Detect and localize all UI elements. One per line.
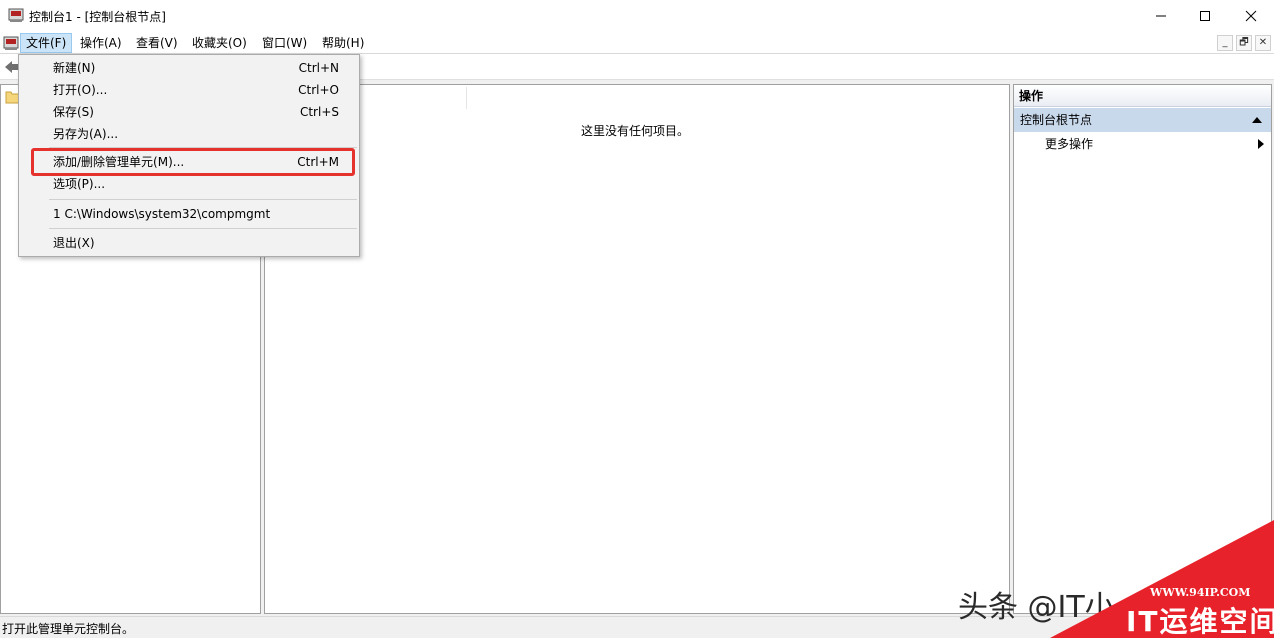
console-system-menu-icon[interactable] (3, 35, 19, 51)
close-button[interactable] (1228, 0, 1274, 31)
menu-separator (49, 199, 357, 200)
file-menu-new[interactable]: 新建(N) Ctrl+N (20, 57, 358, 79)
annotation-highlight-box (31, 148, 355, 176)
menu-view[interactable]: 查看(V) (131, 33, 183, 53)
menu-favorites[interactable]: 收藏夹(O) (187, 33, 252, 53)
actions-section-label: 控制台根节点 (1020, 113, 1093, 127)
menu-help[interactable]: 帮助(H) (317, 33, 369, 53)
submenu-arrow-icon (1258, 139, 1264, 149)
column-header-divider[interactable] (466, 87, 467, 109)
maximize-button[interactable] (1182, 0, 1228, 31)
collapse-up-icon[interactable] (1252, 117, 1262, 123)
status-text: 打开此管理单元控制台。 (2, 622, 135, 636)
file-menu-open[interactable]: 打开(O)... Ctrl+O (20, 79, 358, 101)
more-actions-item[interactable]: 更多操作 (1014, 133, 1271, 155)
file-menu-save[interactable]: 保存(S) Ctrl+S (20, 101, 358, 123)
menu-action[interactable]: 操作(A) (75, 33, 127, 53)
mdi-restore-button[interactable]: 🗗 (1236, 35, 1252, 51)
mdi-close-button[interactable]: ✕ (1255, 35, 1271, 51)
maximize-icon (1200, 10, 1210, 21)
mdi-minimize-button[interactable]: _ (1217, 35, 1233, 51)
file-menu-recent-1[interactable]: 1 C:\Windows\system32\compmgmt (20, 203, 358, 225)
actions-header: 操作 (1014, 85, 1271, 107)
more-actions-label: 更多操作 (1045, 137, 1094, 151)
actions-section-console-root[interactable]: 控制台根节点 (1014, 108, 1271, 132)
watermark-brand: IT运维空间 (1126, 605, 1274, 638)
menu-bar: 文件(F) 操作(A) 查看(V) 收藏夹(O) 窗口(W) 帮助(H) _ 🗗… (0, 31, 1274, 54)
menu-separator (49, 228, 357, 229)
file-menu-dropdown: 新建(N) Ctrl+N 打开(O)... Ctrl+O 保存(S) Ctrl+… (18, 54, 360, 257)
mmc-console-icon (8, 8, 24, 22)
minimize-button[interactable] (1138, 0, 1184, 31)
minimize-icon (1156, 15, 1166, 16)
watermark-url: WWW.94IP.COM (1150, 586, 1251, 599)
title-bar: 控制台1 - [控制台根节点] (0, 0, 1274, 31)
result-pane[interactable]: 这里没有任何项目。 (264, 84, 1010, 614)
menu-file[interactable]: 文件(F) (20, 33, 73, 53)
file-menu-options[interactable]: 选项(P)... (20, 173, 358, 195)
file-menu-exit[interactable]: 退出(X) (20, 232, 358, 254)
file-menu-save-as[interactable]: 另存为(A)... (20, 123, 358, 145)
menu-window[interactable]: 窗口(W) (257, 33, 312, 53)
window-title: 控制台1 - [控制台根节点] (29, 10, 166, 24)
close-icon (1245, 10, 1257, 21)
empty-list-message: 这里没有任何项目。 (580, 124, 689, 138)
